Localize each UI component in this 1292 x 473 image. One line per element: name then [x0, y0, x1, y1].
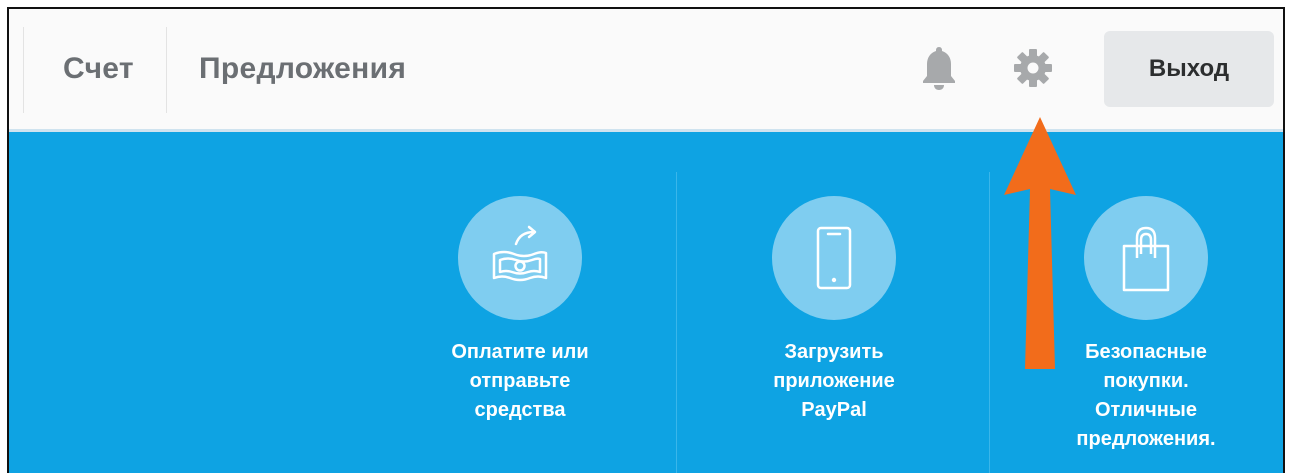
notifications-button[interactable]: [917, 43, 961, 93]
bell-icon: [923, 47, 955, 90]
paypal-window: Счет Предложения Выход Оплатите или отпр…: [7, 7, 1285, 473]
logout-button[interactable]: Выход: [1104, 31, 1274, 107]
settings-button[interactable]: [1011, 43, 1055, 93]
feature-download-app[interactable]: Загрузить приложение PayPal: [714, 196, 954, 425]
top-navigation-bar: Счет Предложения Выход: [9, 9, 1283, 132]
nav-divider: [23, 27, 24, 113]
feature-icon-circle: [772, 196, 896, 320]
smartphone-icon: [816, 226, 852, 290]
feature-label: Оплатите или отправьте средства: [451, 341, 589, 421]
feature-icon-circle: [1084, 196, 1208, 320]
gear-icon: [1014, 49, 1052, 87]
feature-label: Загрузить приложение PayPal: [773, 341, 895, 421]
shopping-bag-icon: [1122, 226, 1170, 292]
promo-banner: Оплатите или отправьте средства Загрузит…: [9, 132, 1283, 473]
column-divider: [676, 172, 677, 473]
money-transfer-icon: [492, 225, 548, 282]
nav-divider: [166, 27, 167, 113]
feature-send-money[interactable]: Оплатите или отправьте средства: [400, 196, 640, 425]
nav-item-offers[interactable]: Предложения: [199, 9, 406, 129]
feature-icon-circle: [458, 196, 582, 320]
column-divider: [989, 172, 990, 473]
orange-arrow-icon: [1004, 117, 1076, 369]
nav-item-account[interactable]: Счет: [63, 9, 134, 129]
